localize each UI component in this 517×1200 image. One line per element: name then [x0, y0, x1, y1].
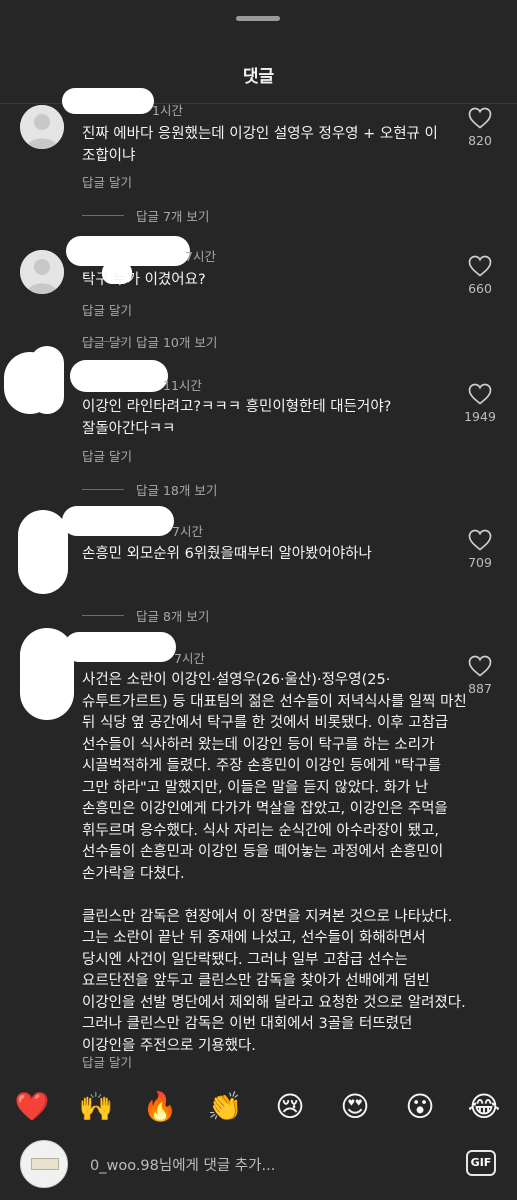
emoji-surprised-face[interactable]: 😮	[402, 1089, 438, 1125]
user-avatar	[20, 1140, 68, 1188]
page-title: 댓글	[242, 67, 275, 87]
avatar-logo	[31, 1158, 59, 1170]
comment-time: 7시간	[172, 524, 203, 539]
heart-icon[interactable]	[468, 655, 492, 677]
divider	[82, 215, 124, 216]
redacted-username	[62, 506, 174, 536]
view-replies-button[interactable]: 답글 8개 보기	[82, 606, 209, 625]
like-button[interactable]: 1949	[458, 383, 502, 424]
comment-input-bar: 0_woo.98님에게 댓글 추가... GIF	[0, 1138, 517, 1200]
like-count: 1949	[464, 409, 496, 424]
redacted-username	[70, 360, 168, 392]
emoji-clapping-hands[interactable]: 👏	[207, 1089, 243, 1125]
like-count: 820	[468, 133, 492, 148]
comment-input[interactable]: 0_woo.98님에게 댓글 추가...	[90, 1154, 275, 1175]
like-button[interactable]: 820	[458, 107, 502, 148]
reply-button[interactable]: 답글 달기	[82, 300, 132, 319]
gif-button[interactable]: GIF	[466, 1150, 496, 1176]
emoji-crying-face[interactable]: 😢	[272, 1089, 308, 1125]
emoji-heart-eyes[interactable]: 😍	[337, 1089, 373, 1125]
like-button[interactable]: 709	[458, 529, 502, 570]
emoji-fire[interactable]: 🔥	[142, 1089, 178, 1125]
redacted-avatar	[18, 510, 68, 594]
view-replies-label[interactable]: 답글 10개 보기	[136, 332, 217, 351]
comment-time: 7시간	[185, 249, 216, 264]
default-avatar-icon[interactable]	[20, 105, 64, 149]
redacted-username	[64, 632, 176, 662]
comment-text: 탁구 누가 이겼어요?	[82, 272, 206, 288]
emoji-red-heart[interactable]: ❤️	[14, 1089, 50, 1125]
like-count: 660	[468, 281, 492, 296]
emoji-bar: ❤️ 🙌 🔥 👏 😢 😍 😮 😂	[0, 1085, 517, 1129]
emoji-raising-hands[interactable]: 🙌	[78, 1089, 114, 1125]
reply-button[interactable]: 답글 달기	[82, 446, 132, 465]
divider	[82, 341, 124, 342]
view-replies-label[interactable]: 답글 18개 보기	[136, 480, 217, 499]
view-replies-button[interactable]: 답글 18개 보기	[82, 480, 217, 499]
default-avatar-icon[interactable]	[20, 250, 64, 294]
comment-time: 1시간	[152, 103, 183, 118]
heart-icon[interactable]	[468, 529, 492, 551]
comment-text: 이강인 라인타려고?ㅋㅋㅋ 흥민이형한테 대든거야? 잘돌아간다ㅋㅋ	[82, 399, 392, 437]
heart-icon[interactable]	[468, 107, 492, 129]
view-replies-button[interactable]: 답글 7개 보기	[82, 206, 209, 225]
like-button[interactable]: 887	[458, 655, 502, 696]
divider	[82, 615, 124, 616]
like-count: 709	[468, 555, 492, 570]
drag-handle[interactable]	[236, 16, 280, 21]
like-button[interactable]: 660	[458, 255, 502, 296]
emoji-tears-of-joy[interactable]: 😂	[466, 1089, 502, 1125]
like-count: 887	[468, 681, 492, 696]
view-replies-label[interactable]: 답글 8개 보기	[136, 606, 209, 625]
view-replies-button[interactable]: 답글 10개 보기	[82, 332, 217, 351]
heart-icon[interactable]	[468, 255, 492, 277]
reply-button[interactable]: 답글 달기	[82, 1052, 132, 1071]
comment-text: 진짜 에바다 응원했는데 이강인 설영우 정우영 + 오현규 이 조합이냐	[82, 126, 443, 164]
redacted-avatar	[30, 346, 64, 414]
reply-button[interactable]: 답글 달기	[82, 172, 132, 191]
comment-time: 11시간	[163, 378, 202, 393]
view-replies-label[interactable]: 답글 7개 보기	[136, 206, 209, 225]
redacted-username	[62, 88, 154, 114]
redacted-username	[66, 236, 190, 266]
comment-text: 손흥민 외모순위 6위줬을때부터 알아봤어야하나	[82, 546, 372, 562]
divider	[82, 489, 124, 490]
heart-icon[interactable]	[468, 383, 492, 405]
comment-text: 사건은 소란이 이강인·설영우(26·울산)·정우영(25·슈투트가르트) 등 …	[82, 672, 467, 1054]
comment-time: 7시간	[174, 651, 205, 666]
